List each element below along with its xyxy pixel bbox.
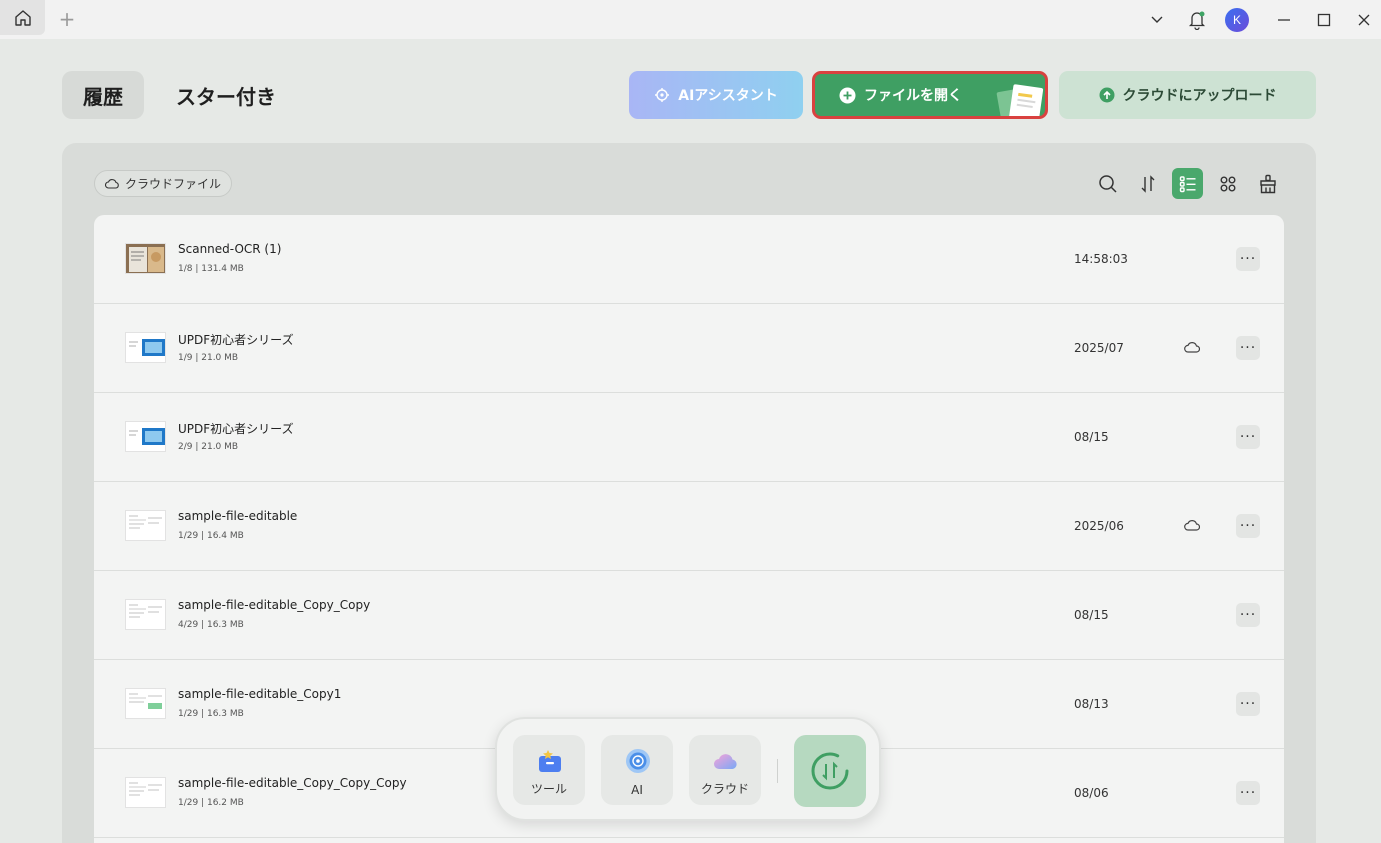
file-meta: 1/29 | 16.2 MB (178, 798, 244, 808)
new-tab-plus-icon[interactable]: + (56, 7, 78, 31)
file-date: 08/15 (1074, 430, 1109, 444)
tab-starred[interactable]: スター付き (176, 71, 276, 119)
file-date: 08/13 (1074, 697, 1109, 711)
more-options-button[interactable]: ··· (1236, 425, 1260, 449)
open-file-button[interactable]: ファイルを開く (812, 71, 1048, 119)
file-thumbnail (125, 243, 166, 274)
file-thumbnail (125, 510, 166, 541)
ai-sparkle-icon (655, 88, 670, 102)
more-options-button[interactable]: ··· (1236, 336, 1260, 360)
file-meta: 1/29 | 16.3 MB (178, 709, 244, 719)
ai-assistant-label: AIアシスタント (678, 88, 778, 104)
file-date: 2025/07 (1074, 341, 1124, 355)
file-name: sample-file-editable_Copy_Copy_Copy (178, 776, 407, 790)
home-icon (14, 9, 31, 26)
dock-cloud-label: クラウド (700, 782, 749, 796)
file-meta: 1/9 | 21.0 MB (178, 353, 239, 363)
maximize-icon[interactable] (1313, 0, 1335, 39)
bell-icon[interactable] (1186, 0, 1208, 39)
file-thumbnail (125, 332, 166, 363)
more-options-button[interactable]: ··· (1236, 247, 1260, 271)
file-row[interactable]: sample-file-editable_Copy_Copy 4/29 | 16… (94, 571, 1284, 660)
file-thumbnail (125, 688, 166, 719)
plus-circle-icon (839, 87, 856, 103)
file-name: Scanned-OCR (1) (178, 242, 282, 256)
documents-illustration-icon (996, 84, 1044, 116)
chevron-down-icon[interactable] (1146, 0, 1168, 39)
file-name: UPDF初心者シリーズ (178, 422, 294, 436)
file-date: 08/06 (1074, 786, 1109, 800)
home-tab[interactable] (0, 0, 45, 35)
file-thumbnail (125, 777, 166, 808)
more-options-button[interactable]: ··· (1236, 692, 1260, 716)
title-bar: + K (0, 0, 1381, 39)
file-name: sample-file-editable (178, 509, 298, 523)
dock-tools-label: ツール (530, 782, 567, 796)
ai-assistant-button[interactable]: AIアシスタント (629, 71, 803, 119)
file-thumbnail (125, 599, 166, 630)
file-date: 2025/06 (1074, 519, 1124, 533)
file-name: sample-file-editable_Copy_Copy (178, 598, 371, 612)
upload-cloud-button[interactable]: クラウドにアップロード (1059, 71, 1316, 119)
cloud-synced-icon (1184, 342, 1200, 353)
sort-icon[interactable] (1132, 168, 1163, 199)
file-thumbnail (125, 421, 166, 452)
cloud-icon (714, 754, 737, 769)
ai-orb-icon (626, 749, 650, 773)
clean-broom-icon[interactable] (1252, 168, 1283, 199)
convert-circle-icon (811, 752, 849, 790)
open-file-label: ファイルを開く (864, 88, 962, 104)
tab-history[interactable]: 履歴 (62, 71, 144, 119)
avatar[interactable]: K (1225, 7, 1249, 32)
bottom-dock: ツール AI クラウド (495, 717, 881, 821)
dock-divider (777, 759, 778, 783)
file-row[interactable]: UPDF初心者シリーズ 1/9 | 21.0 MB 2025/07 ··· (94, 304, 1284, 393)
cloud-synced-icon (1184, 520, 1200, 531)
dock-convert-button[interactable] (794, 735, 866, 807)
cloud-icon (105, 179, 119, 189)
cloud-files-label: クラウドファイル (124, 177, 221, 191)
file-row[interactable]: sample-file-editable 1/29 | 16.4 MB 2025… (94, 482, 1284, 571)
file-row[interactable]: Scanned-OCR (1) 1/8 | 131.4 MB 14:58:03 … (94, 215, 1284, 304)
file-name: sample-file-editable_Copy1 (178, 687, 342, 701)
minimize-icon[interactable] (1273, 0, 1295, 39)
more-options-button[interactable]: ··· (1236, 781, 1260, 805)
dock-ai-label: AI (631, 783, 643, 797)
dock-tools-button[interactable]: ツール (513, 735, 585, 805)
cloud-files-chip[interactable]: クラウドファイル (94, 170, 232, 197)
list-view-icon[interactable] (1172, 168, 1203, 199)
search-icon[interactable] (1092, 168, 1123, 199)
more-options-button[interactable]: ··· (1236, 514, 1260, 538)
file-date: 08/15 (1074, 608, 1109, 622)
file-name: UPDF初心者シリーズ (178, 333, 294, 347)
dock-ai-button[interactable]: AI (601, 735, 673, 805)
file-date: 14:58:03 (1074, 252, 1128, 266)
file-meta: 1/8 | 131.4 MB (178, 264, 244, 274)
file-row[interactable]: UPDF初心者シリーズ 2/9 | 21.0 MB 08/15 ··· (94, 393, 1284, 482)
close-icon[interactable] (1353, 0, 1375, 39)
dock-cloud-button[interactable]: クラウド (689, 735, 761, 805)
file-meta: 4/29 | 16.3 MB (178, 620, 244, 630)
upload-arrow-icon (1099, 87, 1114, 103)
upload-cloud-label: クラウドにアップロード (1122, 88, 1277, 104)
grid-view-icon[interactable] (1212, 168, 1243, 199)
toolbox-icon (539, 750, 561, 772)
file-meta: 2/9 | 21.0 MB (178, 442, 239, 452)
file-meta: 1/29 | 16.4 MB (178, 531, 244, 541)
more-options-button[interactable]: ··· (1236, 603, 1260, 627)
